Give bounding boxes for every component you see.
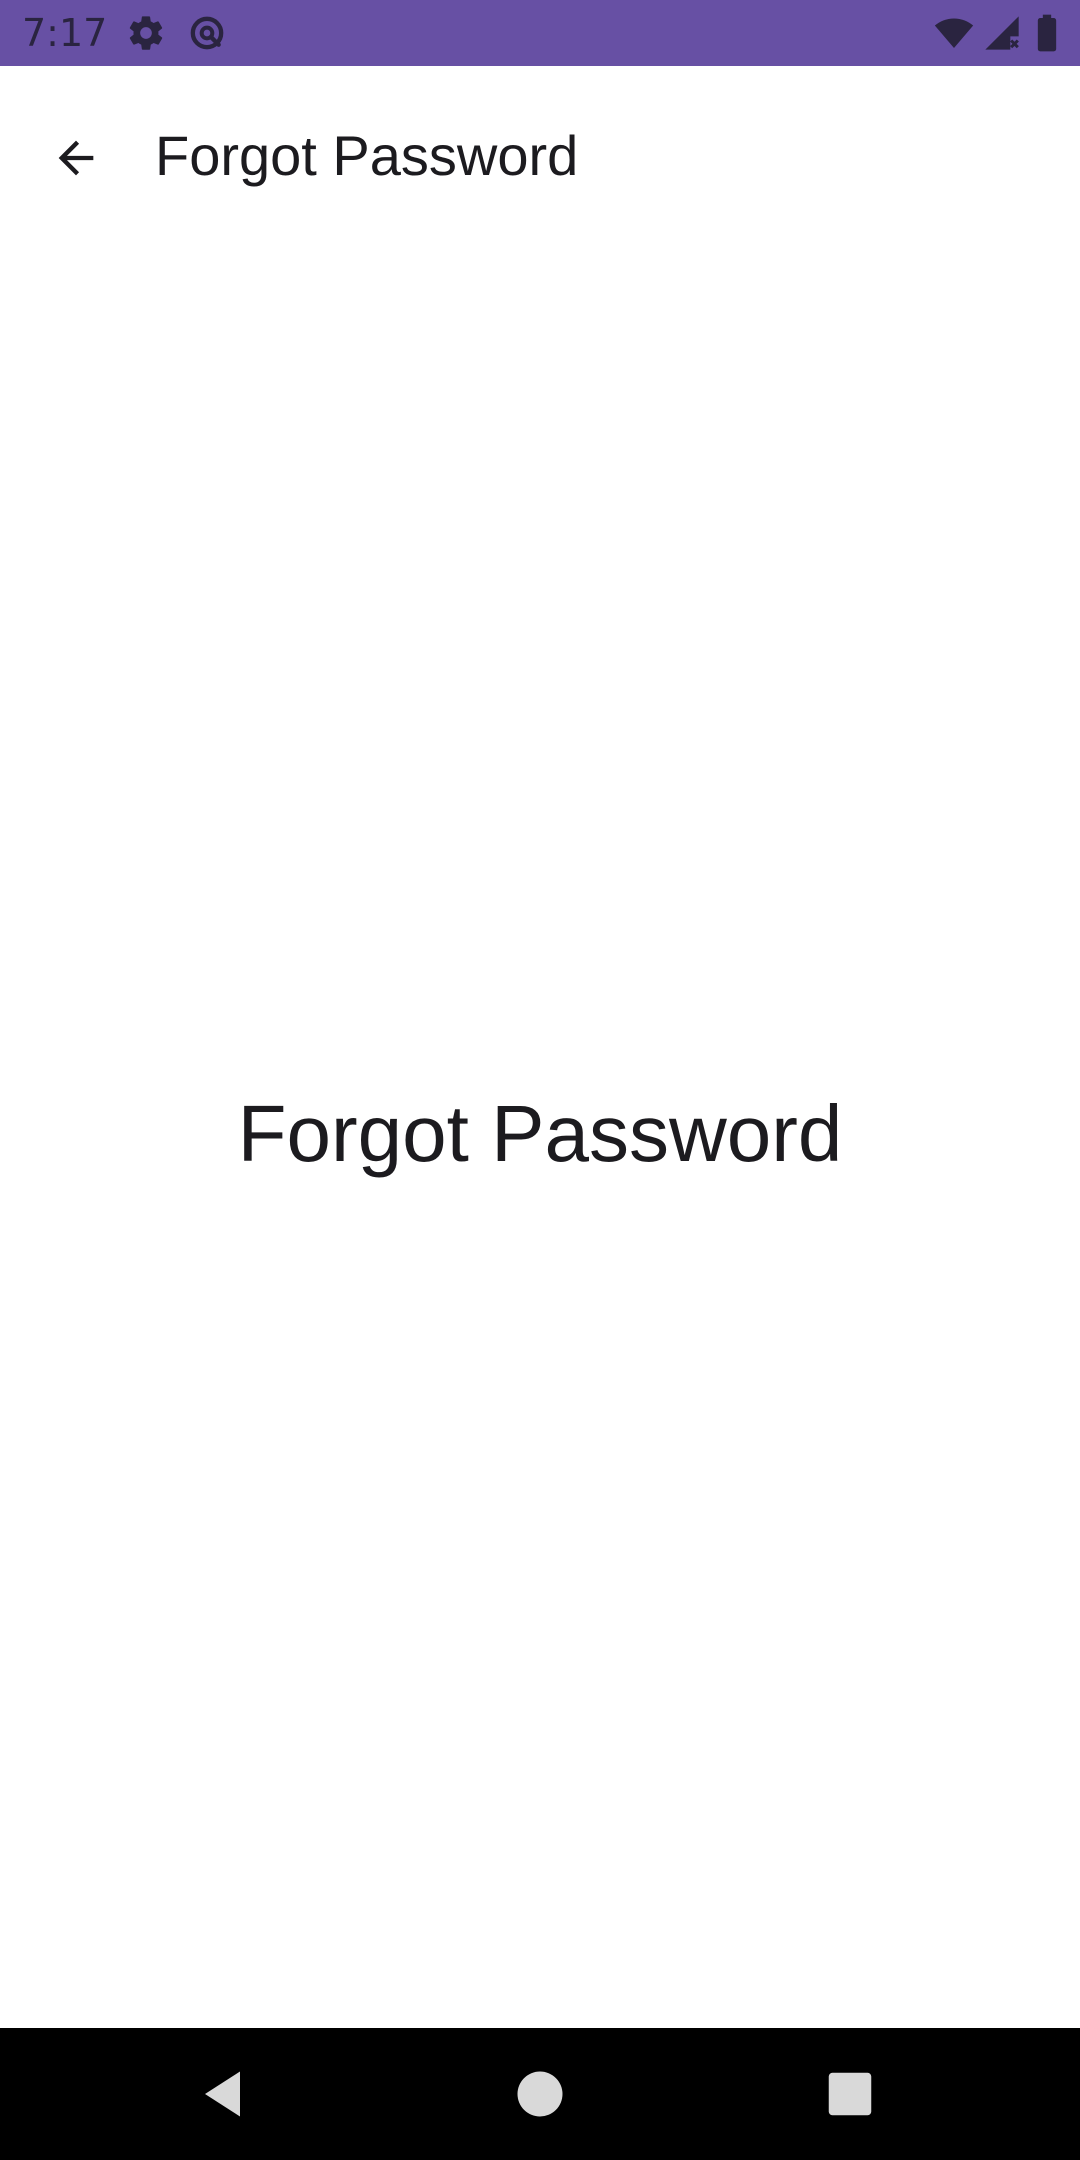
back-triangle-icon (205, 2071, 240, 2117)
arrow-back-icon (58, 140, 94, 176)
app-bar-title: Forgot Password (155, 124, 579, 187)
status-bar: 7:17 (0, 0, 1080, 66)
gear-icon (126, 13, 166, 53)
content-area: Forgot Password (0, 244, 1080, 2028)
app-bar: Forgot Password (0, 66, 1080, 244)
home-circle-icon (517, 2071, 563, 2117)
nav-back-button[interactable] (195, 2064, 255, 2124)
data-saver-icon (187, 13, 227, 53)
forgot-password-screen: 7:17 Forgot Password Forgot Password (0, 0, 1080, 2160)
back-button[interactable] (38, 120, 114, 196)
battery-icon (1030, 13, 1064, 53)
cellular-signal-icon (982, 13, 1022, 53)
status-time: 7:17 (22, 11, 108, 55)
wifi-icon (934, 13, 974, 53)
nav-recents-button[interactable] (820, 2064, 880, 2124)
nav-home-button[interactable] (510, 2064, 570, 2124)
recents-square-icon (828, 2072, 872, 2116)
navigation-bar (0, 2028, 1080, 2160)
page-heading: Forgot Password (237, 1088, 843, 1178)
